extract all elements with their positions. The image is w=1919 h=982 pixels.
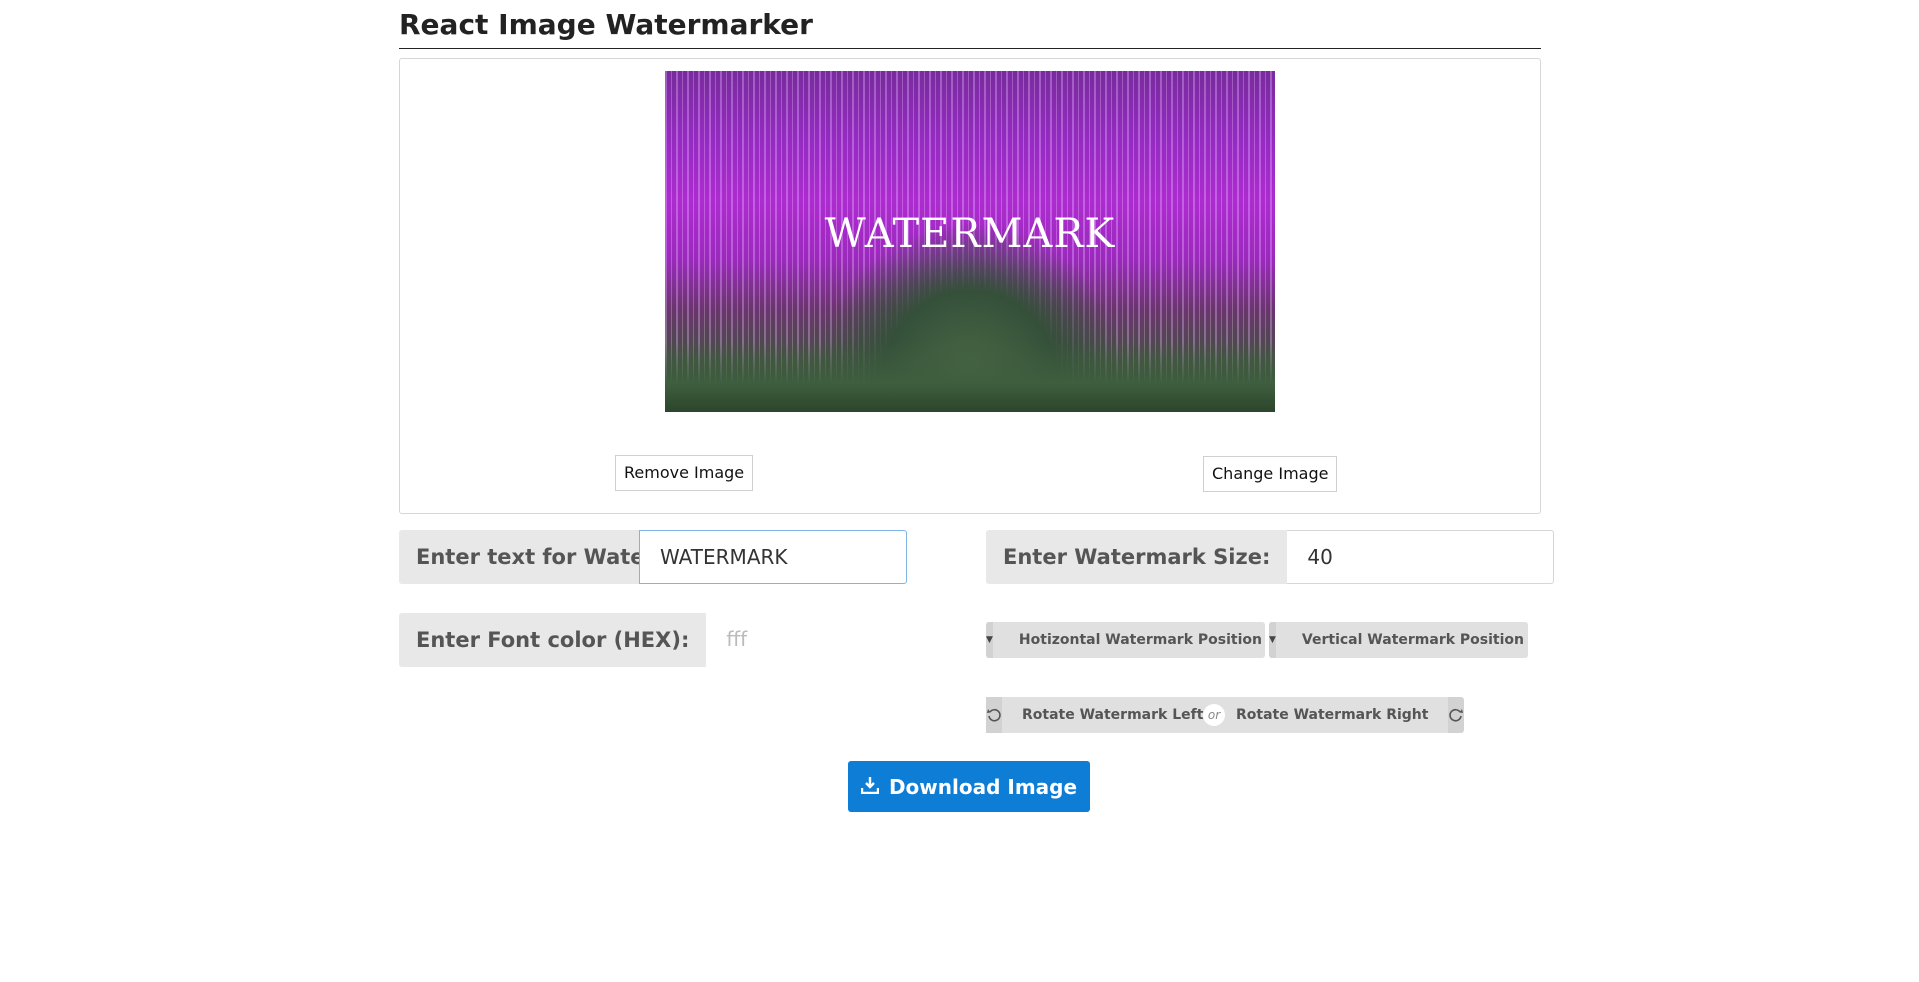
vertical-position-label: Vertical Watermark Position <box>1301 632 1524 648</box>
rotate-button-group: Rotate Watermark Left or Rotate Watermar… <box>986 697 1465 733</box>
download-icon <box>860 775 880 799</box>
font-color-label: Enter Font color (HEX): <box>399 613 707 667</box>
caret-down-icon: ▼ <box>986 622 993 658</box>
app-container: React Image Watermarker WATERMARK Remove… <box>399 0 1555 812</box>
rotate-right-icon <box>1448 697 1465 733</box>
page: React Image Watermarker WATERMARK Remove… <box>0 0 1919 982</box>
rotate-right-button[interactable]: Rotate Watermark Right <box>1214 697 1465 733</box>
watermark-overlay-text: WATERMARK <box>824 211 1116 257</box>
watermark-size-input[interactable]: 40 <box>1287 530 1555 584</box>
watermark-size-label: Enter Watermark Size: <box>986 530 1288 584</box>
watermark-size-group: Enter Watermark Size: 40 <box>986 530 1555 584</box>
vertical-position-dropdown[interactable]: ▼ Vertical Watermark Position <box>1269 622 1528 658</box>
horizontal-position-label: Hotizontal Watermark Position <box>1018 632 1262 648</box>
download-label: Download Image <box>888 774 1078 799</box>
remove-image-button[interactable]: Remove Image <box>615 455 754 491</box>
watermark-text-label: Enter text for Watermark: <box>399 530 724 584</box>
rotate-right-label: Rotate Watermark Right <box>1236 707 1429 723</box>
page-title: React Image Watermarker <box>399 0 1541 49</box>
rotate-left-label: Rotate Watermark Left <box>1022 707 1204 723</box>
rotate-left-icon <box>986 697 1002 733</box>
preview-image: WATERMARK <box>665 71 1275 412</box>
ground <box>665 342 1275 412</box>
horizontal-position-dropdown[interactable]: ▼ Hotizontal Watermark Position <box>986 622 1265 658</box>
change-image-button[interactable]: Change Image <box>1203 456 1338 492</box>
or-separator: or <box>1203 704 1225 726</box>
watermark-text-input[interactable]: WATERMARK <box>639 530 907 584</box>
image-preview-card: WATERMARK Remove Image Change Image <box>399 58 1541 514</box>
font-color-group: Enter Font color (HEX): fff <box>399 613 907 667</box>
watermark-text-group: Enter text for Watermark: WATERMARK <box>399 530 907 584</box>
caret-down-icon: ▼ <box>1269 622 1276 658</box>
font-color-input[interactable]: fff <box>706 613 907 667</box>
rotate-left-button[interactable]: Rotate Watermark Left <box>986 697 1214 733</box>
download-image-button[interactable]: Download Image <box>848 761 1090 812</box>
